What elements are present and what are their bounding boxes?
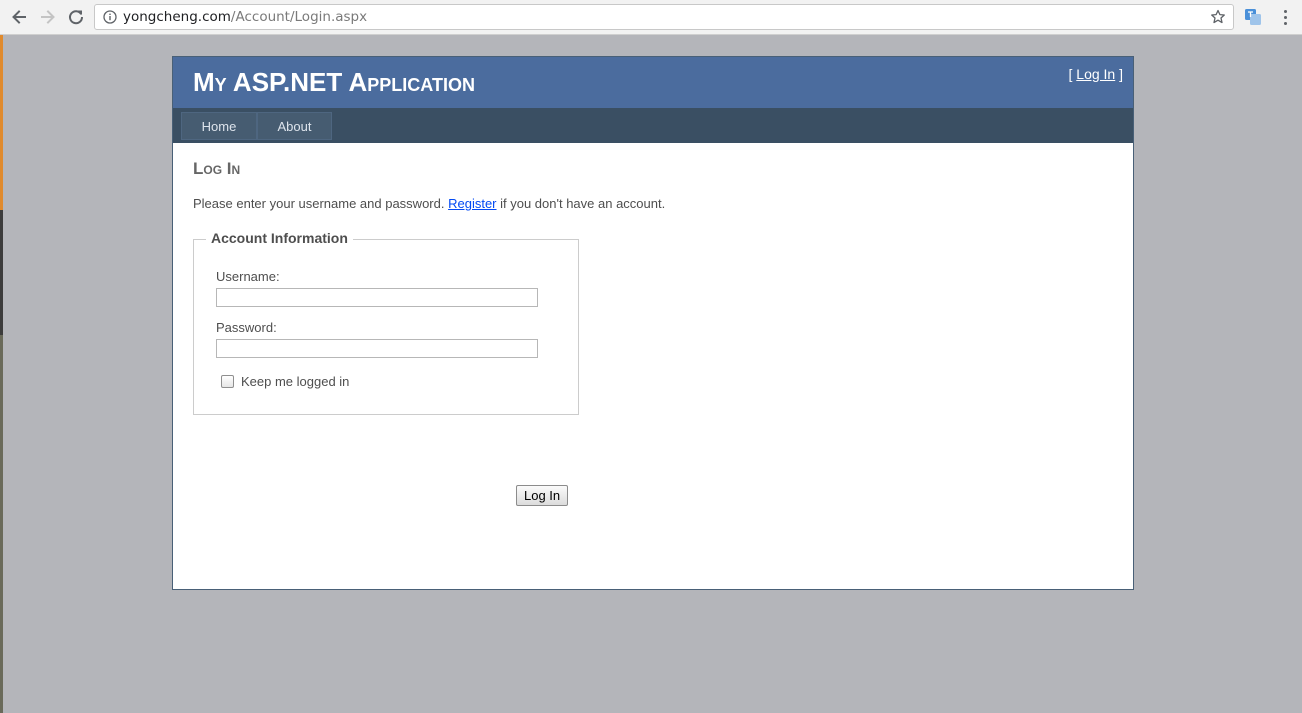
- address-bar[interactable]: yongcheng.com/Account/Login.aspx: [94, 4, 1234, 30]
- intro-text: Please enter your username and password.…: [193, 196, 665, 211]
- browser-menu-icon[interactable]: [1276, 8, 1294, 26]
- username-input[interactable]: [216, 288, 538, 307]
- arrow-right-icon: [41, 10, 55, 24]
- menu-item-about[interactable]: About: [257, 112, 332, 140]
- account-info-fieldset: Account Information Username: Password: …: [193, 230, 579, 415]
- login-bracket-close: ]: [1115, 66, 1123, 82]
- password-label: Password:: [216, 320, 277, 335]
- menu-dot: [1283, 15, 1287, 19]
- site-title: My ASP.NET Application: [193, 67, 475, 97]
- page-title: Log In: [193, 159, 241, 178]
- remember-me-label[interactable]: Keep me logged in: [241, 374, 349, 389]
- menu-dot: [1283, 21, 1287, 25]
- nav-menu: Home About: [173, 108, 1133, 143]
- site-header: My ASP.NET Application [ Log In ]: [173, 57, 1133, 108]
- page-container: My ASP.NET Application [ Log In ] Home A…: [172, 56, 1134, 590]
- register-link[interactable]: Register: [448, 196, 496, 211]
- arrow-left-icon: [12, 10, 26, 24]
- intro-text-after: if you don't have an account.: [496, 196, 666, 211]
- url-host: yongcheng.com: [123, 9, 231, 25]
- intro-text-before: Please enter your username and password.: [193, 196, 449, 211]
- back-button[interactable]: [8, 6, 30, 28]
- url-path: /Account/Login.aspx: [230, 9, 368, 25]
- fieldset-legend: Account Information: [206, 230, 353, 246]
- menu-item-home[interactable]: Home: [181, 112, 257, 140]
- browser-toolbar: yongcheng.com/Account/Login.aspx: [0, 0, 1302, 35]
- bookmark-star-icon[interactable]: [1209, 8, 1227, 26]
- info-circle-icon[interactable]: [103, 10, 117, 24]
- password-input[interactable]: [216, 339, 538, 358]
- menu-dot: [1283, 9, 1287, 13]
- reload-button[interactable]: [65, 6, 87, 28]
- window-edge: [0, 35, 3, 713]
- login-submit-button[interactable]: Log In: [516, 485, 569, 506]
- login-status: [ Log In ]: [1069, 66, 1124, 82]
- forward-button[interactable]: [37, 6, 59, 28]
- username-label: Username:: [216, 269, 280, 284]
- remember-me-checkbox[interactable]: [221, 375, 234, 388]
- star-outline-icon: [1211, 9, 1225, 24]
- header-login-link[interactable]: Log In: [1076, 66, 1115, 82]
- reload-icon: [69, 10, 84, 25]
- translate-extension-icon[interactable]: [1244, 8, 1262, 26]
- url-text[interactable]: yongcheng.com/Account/Login.aspx: [123, 9, 367, 26]
